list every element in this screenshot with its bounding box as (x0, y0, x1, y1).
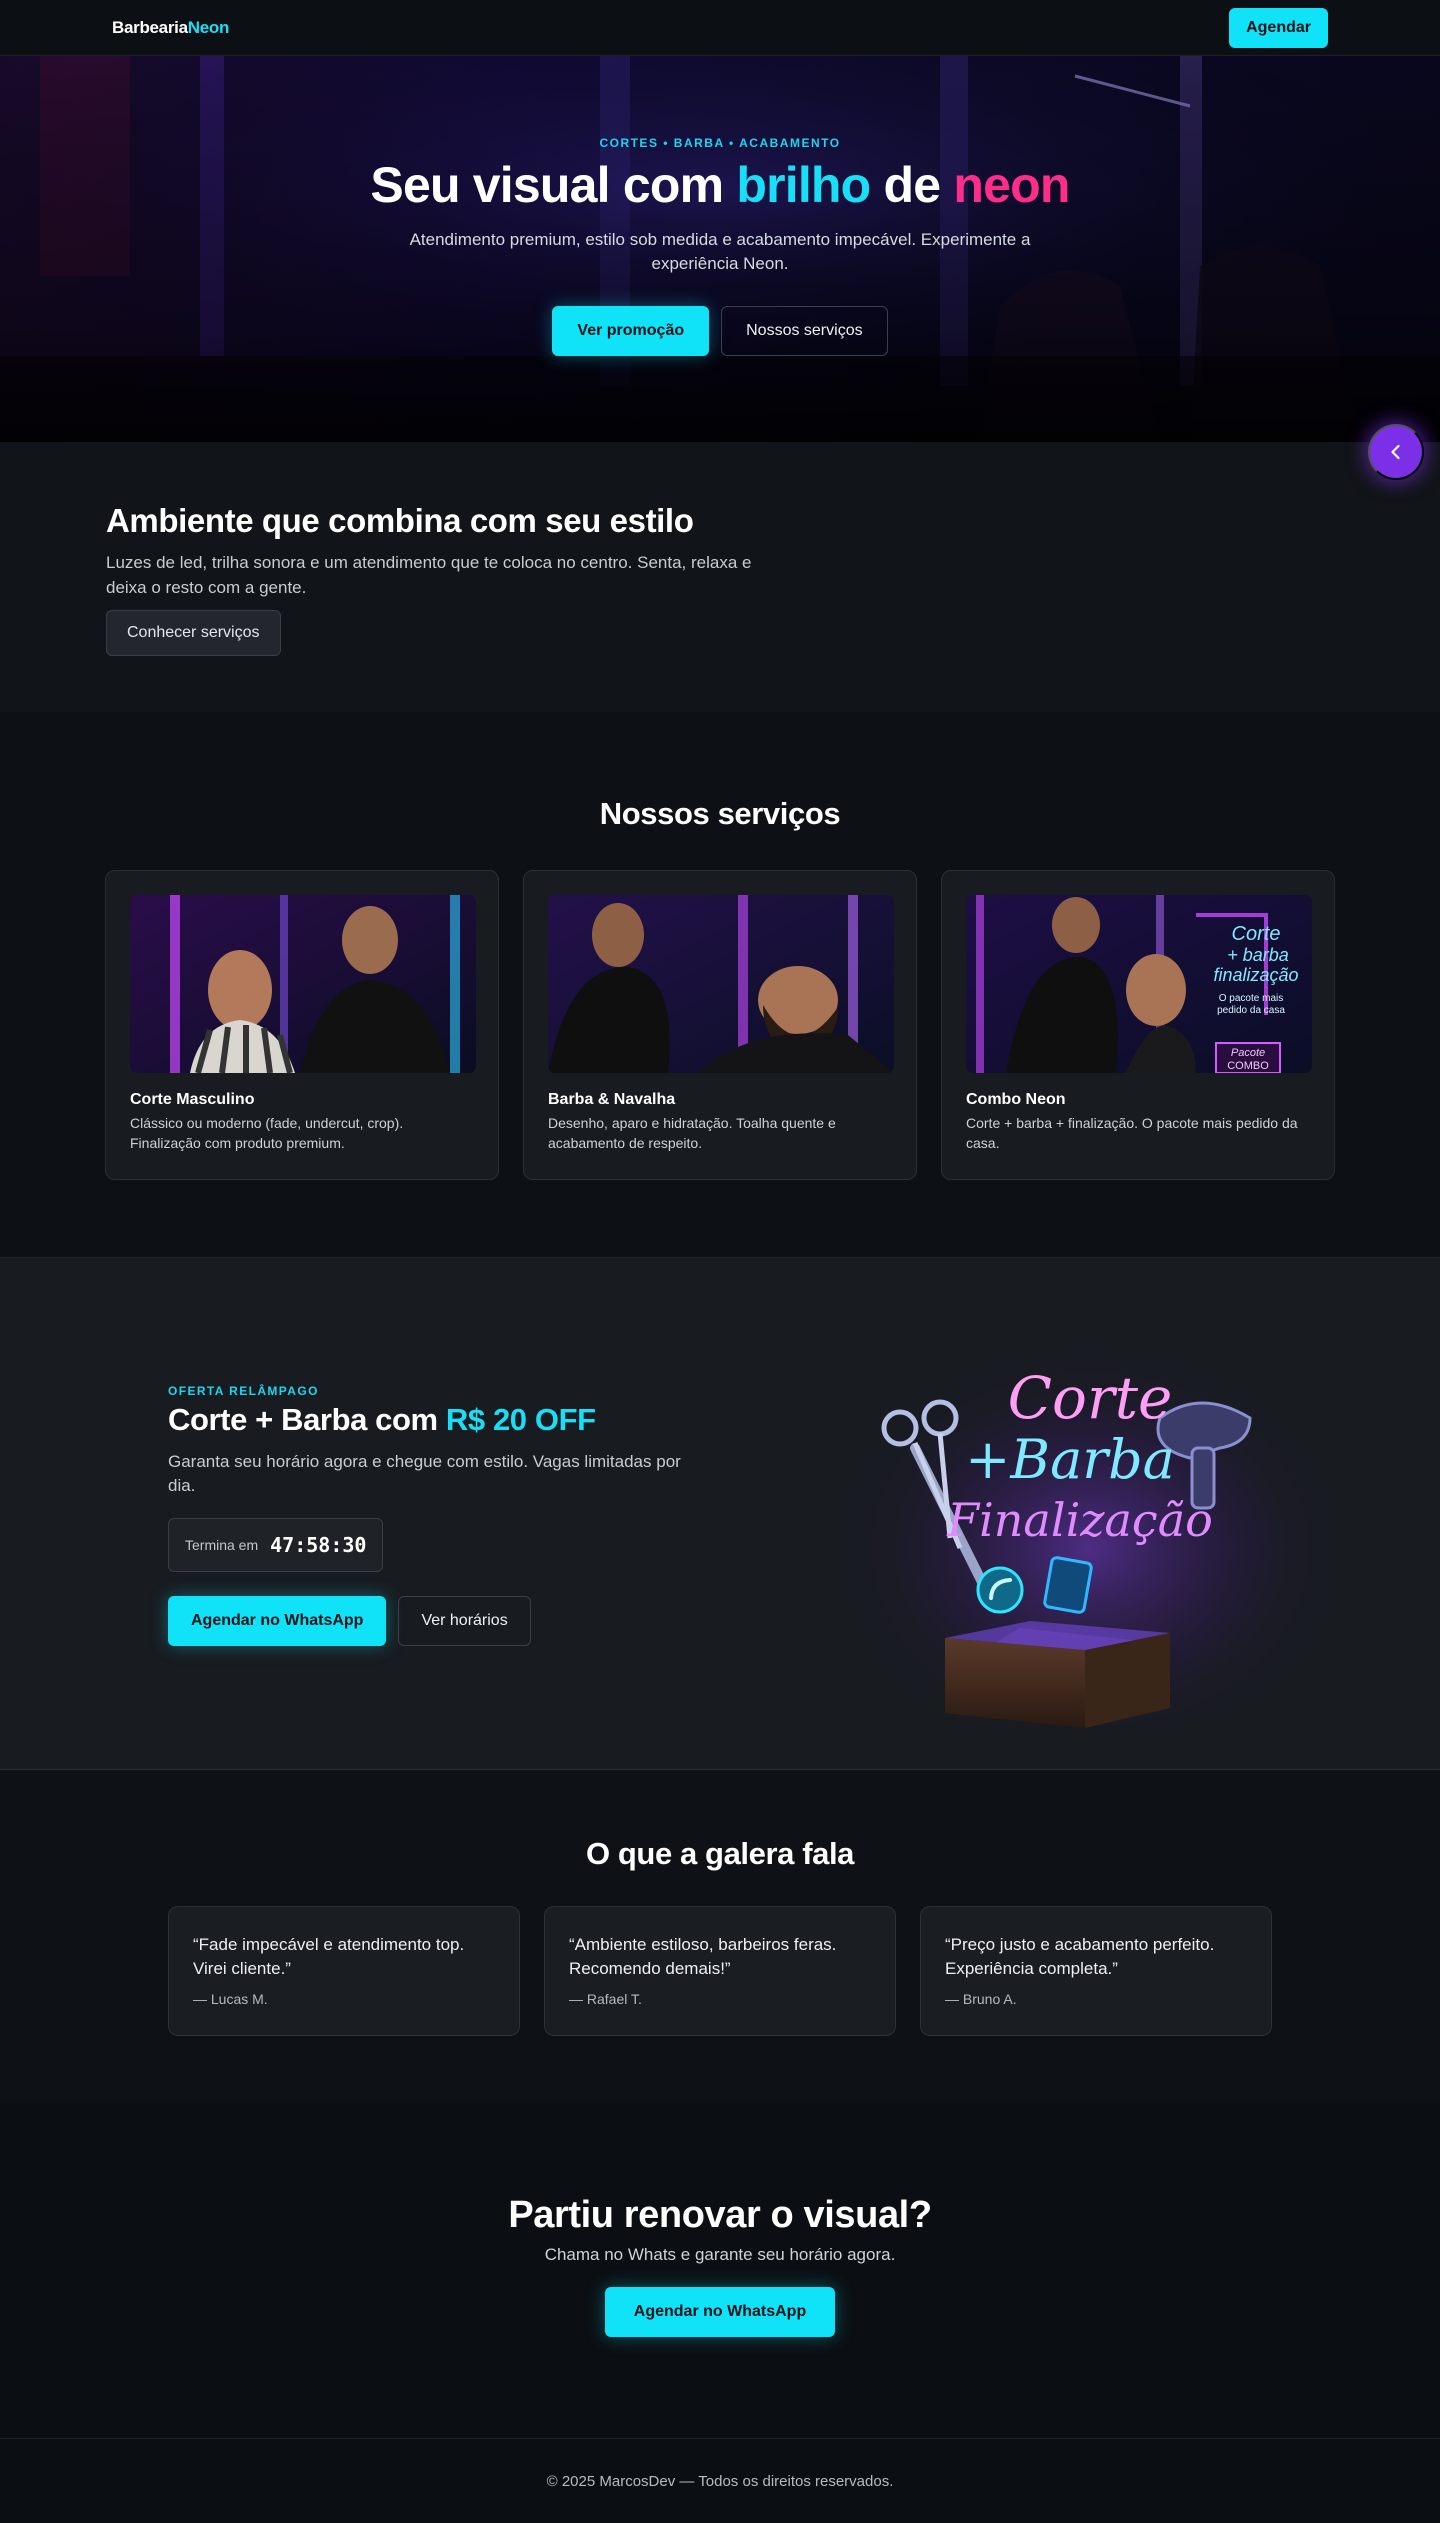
service-image-barba (548, 895, 894, 1073)
ambiente-title: Ambiente que combina com seu estilo (106, 502, 694, 539)
testimonial-card: “Fade impecável e atendimento top. Virei… (168, 1906, 520, 2036)
cta-whatsapp-button[interactable]: Agendar no WhatsApp (604, 2287, 836, 2337)
service-desc: Corte + barba + finalização. O pacote ma… (966, 1115, 1298, 1151)
nav-agendar-button[interactable]: Agendar (1229, 7, 1328, 48)
testimonial-card: “Preço justo e acabamento perfeito. Expe… (920, 1906, 1272, 2036)
hero-title-highlight-brilho: brilho (736, 157, 871, 213)
cta-text: Chama no Whats e garante seu horário ago… (544, 2245, 896, 2264)
services-section: Nossos serviços Corte Masculino Clássico… (0, 712, 1440, 1258)
service-desc: Clássico ou moderno (fade, undercut, cro… (130, 1115, 404, 1151)
hero-title: Seu visual com brilho de neon (0, 156, 1440, 214)
brand-word-neon: Neon (187, 17, 230, 37)
cta-title: Partiu renovar o visual? (508, 2194, 932, 2236)
testimonial-author: — Bruno A. (945, 1991, 1017, 2007)
floating-back-button[interactable] (1368, 424, 1424, 480)
service-name: Barba & Navalha (548, 1091, 676, 1108)
timer-label: Termina em (185, 1537, 259, 1553)
testimonial-author: — Lucas M. (193, 1991, 268, 2007)
combo-sign-box: COMBO (1227, 1060, 1269, 1072)
service-card-combo[interactable]: Corte + barba finalização O pacote mais … (941, 870, 1335, 1180)
offer-title-part: Corte + Barba com (168, 1402, 446, 1437)
offer-kicker: OFERTA RELÂMPAGO (168, 1384, 319, 1398)
offer-neon-illustration: Corte +Barba Finalização (830, 1318, 1350, 1728)
brand-word: Barbearia (112, 17, 188, 37)
testimonial-quote: “Fade impecável e atendimento top. Virei… (193, 1935, 465, 1978)
testimonial-quote: “Preço justo e acabamento perfeito. Expe… (945, 1935, 1215, 1978)
agendar-whatsapp-button[interactable]: Agendar no WhatsApp (168, 1596, 387, 1646)
cta-section: Partiu renovar o visual? Chama no Whats … (0, 2100, 1440, 2439)
services-title: Nossos serviços (599, 796, 841, 831)
hero-subtitle: Atendimento premium, estilo sob medida e… (409, 230, 1031, 273)
offer-section: OFERTA RELÂMPAGO Corte + Barba com R$ 20… (0, 1258, 1440, 1770)
ambiente-text: Luzes de led, trilha sonora e um atendim… (106, 553, 752, 597)
art-text: Finalização (946, 1493, 1213, 1547)
hero-title-part: de (870, 157, 954, 213)
combo-sign-text: pedido da casa (1217, 1005, 1285, 1016)
art-text: +Barba (965, 1428, 1175, 1491)
combo-sign-text: O pacote mais (1219, 993, 1283, 1004)
hero-section: CORTES • BARBA • ACABAMENTO Seu visual c… (0, 56, 1440, 442)
timer-value: 47:58:30 (270, 1533, 367, 1557)
service-image-corte (130, 895, 476, 1073)
top-nav: BarbeariaNeon Agendar (0, 0, 1440, 56)
testimonial-quote: “Ambiente estiloso, barbeiros feras. Rec… (569, 1935, 837, 1978)
offer-text: Garanta seu horário agora e chegue com e… (168, 1452, 681, 1495)
conhecer-servicos-button[interactable]: Conhecer serviços (106, 610, 281, 656)
countdown-timer: Termina em 47:58:30 (168, 1518, 384, 1572)
combo-sign-text: + barba (1227, 945, 1289, 965)
combo-sign-text: Corte (1232, 923, 1281, 945)
service-card-corte[interactable]: Corte Masculino Clássico ou moderno (fad… (105, 870, 499, 1180)
footer: © 2025 MarcosDev — Todos os direitos res… (0, 2439, 1440, 2523)
testimonial-card: “Ambiente estiloso, barbeiros feras. Rec… (544, 1906, 896, 2036)
service-desc: Desenho, aparo e hidratação. Toalha quen… (548, 1115, 836, 1151)
testimonials-section: O que a galera fala “Fade impecável e at… (0, 1770, 1440, 2100)
service-card-barba[interactable]: Barba & Navalha Desenho, aparo e hidrata… (523, 870, 917, 1180)
combo-sign-text: finalização (1213, 965, 1298, 985)
ver-promocao-button[interactable]: Ver promoção (552, 306, 710, 356)
offer-title: Corte + Barba com R$ 20 OFF (168, 1402, 688, 1438)
footer-copyright: © 2025 MarcosDev — Todos os direitos res… (546, 2472, 894, 2490)
offer-discount: R$ 20 OFF (445, 1402, 596, 1437)
hero-title-part: Seu visual com (370, 157, 737, 213)
hero-kicker: CORTES • BARBA • ACABAMENTO (599, 136, 841, 150)
nossos-servicos-button[interactable]: Nossos serviços (721, 306, 888, 356)
service-image-combo: Corte + barba finalização O pacote mais … (966, 895, 1312, 1073)
combo-sign-box: Pacote (1231, 1047, 1265, 1059)
service-name: Corte Masculino (130, 1091, 255, 1108)
ver-horarios-button[interactable]: Ver horários (398, 1596, 531, 1646)
ambiente-section: Ambiente que combina com seu estilo Luze… (0, 442, 1440, 712)
testimonials-title: O que a galera fala (585, 1836, 855, 1871)
hero-title-highlight-neon: neon (953, 157, 1070, 213)
chevron-left-icon (1391, 444, 1400, 460)
brand-logo[interactable]: BarbeariaNeon (112, 18, 229, 38)
service-name: Combo Neon (966, 1091, 1066, 1108)
art-text: Corte (1008, 1364, 1173, 1432)
testimonial-author: — Rafael T. (569, 1991, 642, 2007)
